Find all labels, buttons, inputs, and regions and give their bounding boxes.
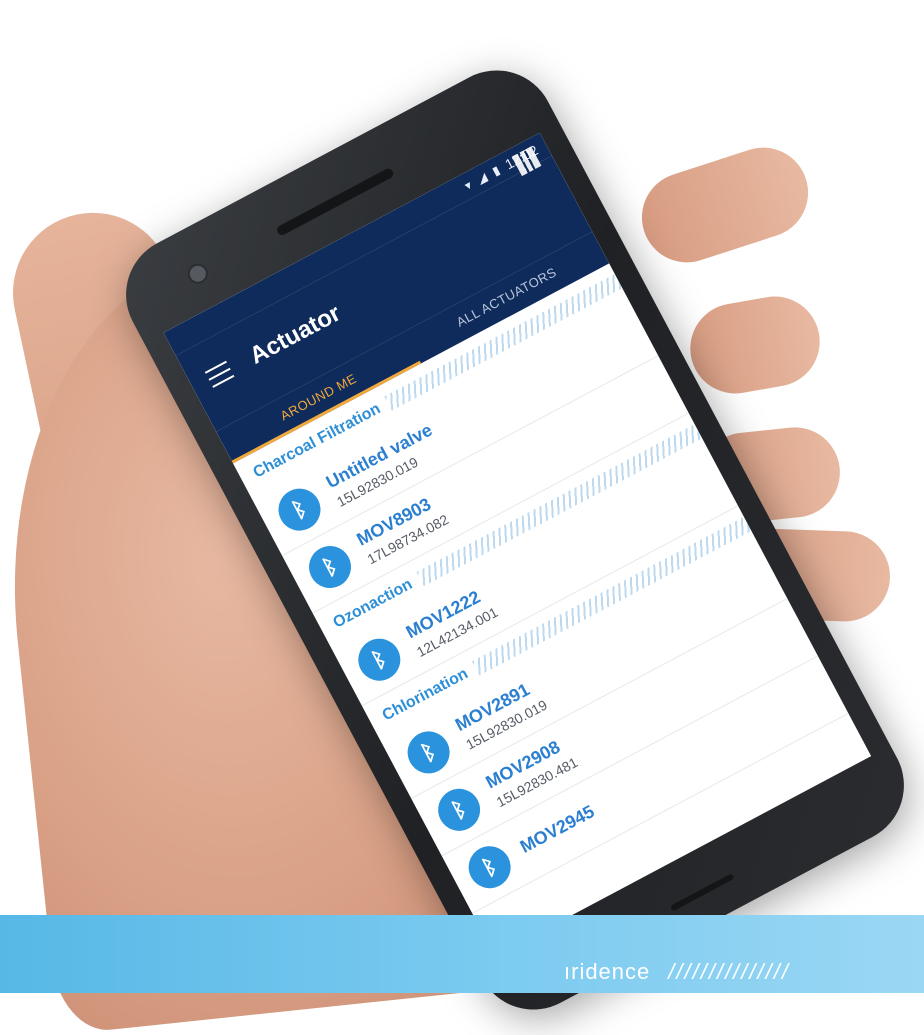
- item-name: MOV2945: [516, 801, 598, 857]
- hand-finger: [630, 135, 820, 275]
- bluetooth-icon: ᛒ: [350, 631, 408, 689]
- banner-text: ıridence ///////////////: [564, 959, 924, 985]
- hamburger-menu-icon[interactable]: [204, 360, 235, 388]
- wifi-icon: ▾: [462, 177, 475, 194]
- hand-finger: [683, 289, 827, 401]
- signal-icon: ◢: [474, 169, 490, 187]
- bluetooth-icon: ᛒ: [430, 781, 488, 839]
- battery-icon: ▮: [489, 162, 503, 179]
- footer-banner: ıridence ///////////////: [0, 915, 924, 993]
- banner-word: ıridence: [564, 959, 651, 984]
- bluetooth-icon: ᛒ: [271, 481, 328, 539]
- banner-slashes: ///////////////: [668, 959, 790, 984]
- bluetooth-icon: ᛒ: [461, 838, 519, 896]
- bluetooth-icon: ᛒ: [301, 538, 359, 596]
- app-title: Actuator: [245, 299, 346, 370]
- bluetooth-icon: ᛒ: [400, 724, 458, 781]
